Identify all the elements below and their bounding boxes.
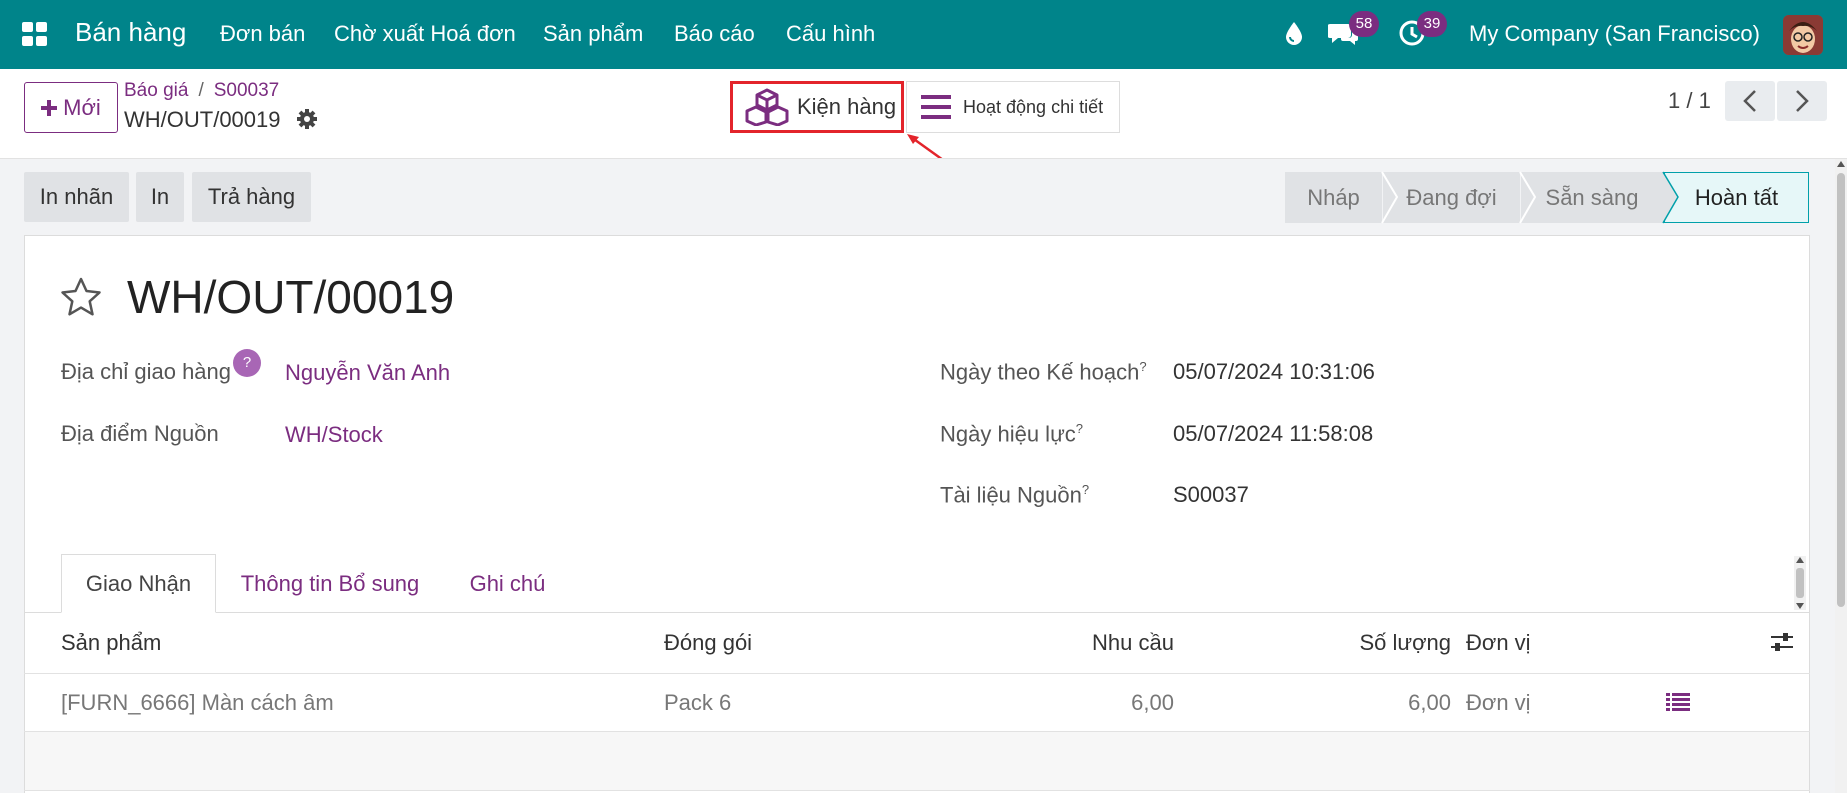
effective-date-value: 05/07/2024 11:58:08 (1173, 421, 1374, 446)
help-tooltip-icon[interactable]: ? (233, 349, 261, 377)
source-document-label: Tài liệu Nguồn? (940, 482, 1089, 508)
record-title: WH/OUT/00019 (127, 271, 455, 323)
source-location-label: Địa điểm Nguồn (61, 421, 219, 446)
source-document-help[interactable]: ? (1082, 482, 1089, 497)
tab-additional-info[interactable]: Thông tin Bổ sung (230, 554, 430, 613)
col-quantity[interactable]: Số lượng (1251, 630, 1451, 656)
source-document-value[interactable]: S00037 (1173, 482, 1249, 508)
row-quantity[interactable]: 6,00 (1251, 690, 1451, 716)
scheduled-date-label: Ngày theo Kế hoạch? (940, 359, 1147, 385)
col-uom[interactable]: Đơn vị (1466, 630, 1531, 656)
sliders-icon[interactable] (1770, 631, 1794, 659)
page-scrollbar[interactable] (1835, 159, 1847, 793)
source-location-value[interactable]: WH/Stock (285, 422, 383, 448)
effective-date-label: Ngày hiệu lực? (940, 421, 1083, 447)
scheduled-date-help[interactable]: ? (1139, 359, 1146, 374)
header-divider (24, 673, 1810, 674)
col-product[interactable]: Sản phẩm (61, 630, 161, 656)
empty-row-divider (24, 790, 1810, 791)
source-document-label-text: Tài liệu Nguồn (940, 482, 1082, 508)
row-packaging[interactable]: Pack 6 (664, 690, 731, 716)
row-uom[interactable]: Đơn vị (1466, 690, 1531, 716)
effective-date-label-text: Ngày hiệu lực (940, 421, 1076, 447)
scheduled-date-label-text: Ngày theo Kế hoạch (940, 359, 1140, 385)
delivery-address-value[interactable]: Nguyễn Văn Anh (285, 360, 450, 386)
row-demand[interactable]: 6,00 (974, 690, 1174, 716)
col-demand[interactable]: Nhu cầu (974, 630, 1174, 656)
tab-operations[interactable]: Giao Nhận (61, 554, 216, 613)
effective-date-help[interactable]: ? (1076, 421, 1083, 436)
star-icon[interactable] (60, 277, 102, 323)
col-packaging[interactable]: Đóng gói (664, 630, 752, 656)
tab-note[interactable]: Ghi chú (455, 554, 560, 613)
tabs-scrollbar[interactable] (1794, 556, 1806, 610)
detail-list-icon[interactable] (1666, 692, 1690, 718)
scheduled-date-value[interactable]: 05/07/2024 10:31:06 (1173, 359, 1375, 385)
row-product[interactable]: [FURN_6666] Màn cách âm (61, 690, 334, 716)
delivery-address-label: Địa chỉ giao hàng (61, 359, 232, 384)
empty-row (25, 732, 1809, 790)
